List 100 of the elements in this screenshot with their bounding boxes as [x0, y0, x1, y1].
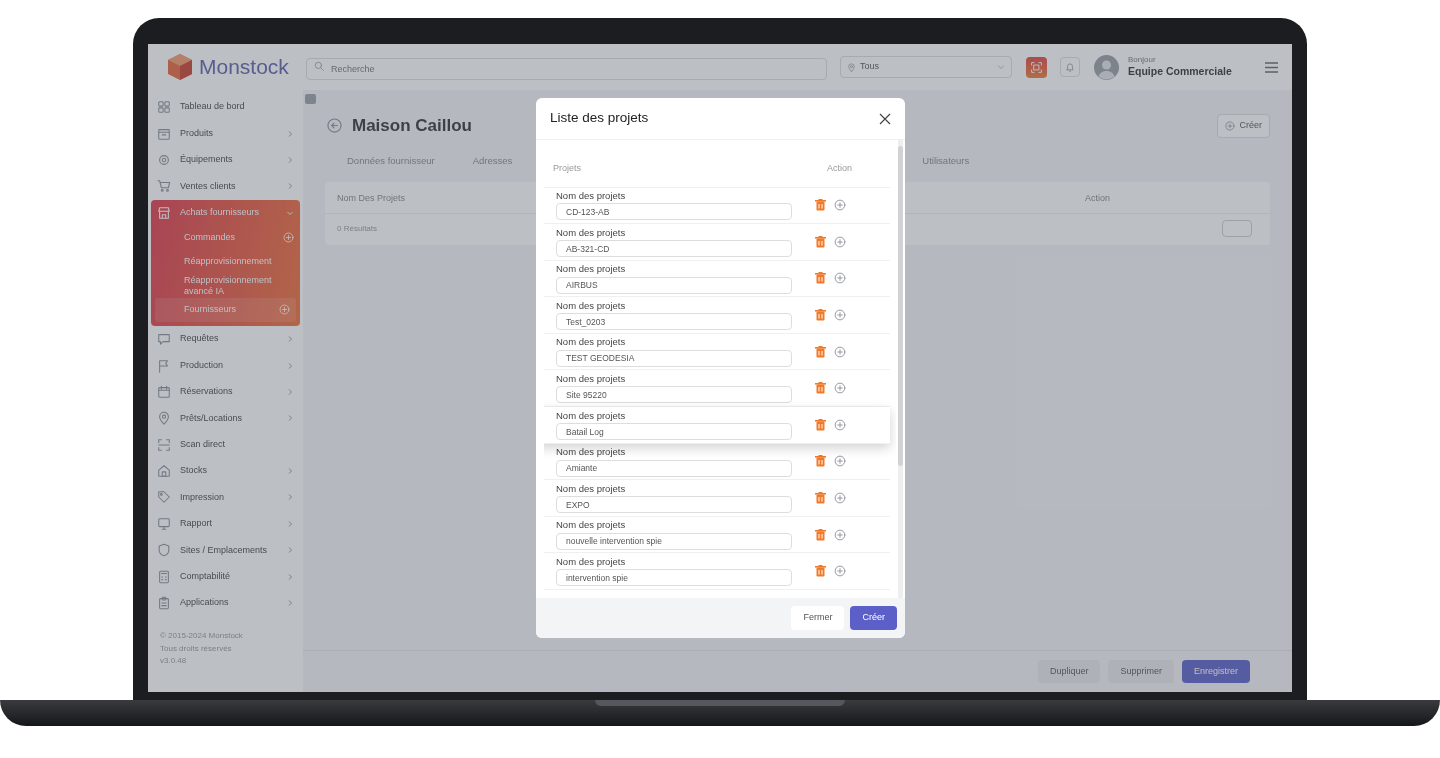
- input-field[interactable]: AB-321-CD: [556, 240, 792, 258]
- chevron-right-icon: [286, 414, 294, 423]
- sidebar-item[interactable]: Ventes clients: [151, 173, 300, 200]
- plus-circle-icon[interactable]: [834, 272, 846, 285]
- input-field[interactable]: CD-123-AB: [556, 203, 792, 221]
- collapse-icon[interactable]: [305, 94, 316, 104]
- input-field[interactable]: AIRBUS: [556, 276, 792, 294]
- chevron-right-icon: [286, 387, 294, 396]
- trash-icon[interactable]: [815, 199, 826, 212]
- submenu-item[interactable]: Réapprovisionnement: [151, 249, 300, 274]
- trash-icon[interactable]: [815, 528, 826, 541]
- cube-logo-icon: [165, 52, 195, 82]
- scan-icon: [1030, 60, 1043, 74]
- trash-icon[interactable]: [815, 418, 826, 431]
- sidebar-item[interactable]: Achats fournisseurs: [151, 199, 300, 226]
- user-name: Equipe Commerciale: [1128, 65, 1232, 78]
- close-button[interactable]: [879, 112, 891, 125]
- chevron-right-icon: [286, 493, 294, 502]
- submenu-item[interactable]: Réapprovisionnement avancé IA: [151, 273, 300, 298]
- create-button[interactable]: Créer: [1217, 114, 1270, 138]
- sidebar-item[interactable]: Comptabilité: [151, 563, 300, 590]
- input-field[interactable]: Amiante: [556, 459, 792, 477]
- action-button[interactable]: Supprimer: [1108, 659, 1174, 684]
- chevron-right-icon: [286, 467, 294, 476]
- plus-circle-icon[interactable]: [834, 345, 846, 358]
- scan-button[interactable]: [1026, 56, 1047, 78]
- sidebar-item[interactable]: Sites / Emplacements: [151, 537, 300, 564]
- plus-circle-icon: [1225, 120, 1236, 131]
- sidebar-item[interactable]: Scan direct: [151, 431, 300, 458]
- column-header: Action: [827, 162, 852, 175]
- chevron-right-icon: [286, 546, 294, 555]
- plus-circle-icon[interactable]: [834, 309, 846, 322]
- plus-circle-icon[interactable]: [834, 199, 846, 212]
- trash-icon[interactable]: [815, 345, 826, 358]
- trash-icon[interactable]: [815, 272, 826, 285]
- trash-icon[interactable]: [815, 235, 826, 248]
- scan-icon: [157, 437, 171, 452]
- sidebar-item[interactable]: Produits: [151, 120, 300, 147]
- trash-icon[interactable]: [815, 382, 826, 395]
- sidebar-item[interactable]: Tableau de bord: [151, 94, 300, 121]
- field-label: Nom des projets: [556, 482, 627, 495]
- plus-circle-icon[interactable]: [834, 418, 846, 431]
- input-field[interactable]: TEST GEODESIA: [556, 349, 792, 367]
- site-select[interactable]: Tous: [840, 56, 1012, 78]
- input-field[interactable]: intervention spie: [556, 569, 792, 587]
- notification-button[interactable]: [1060, 57, 1080, 77]
- input-field[interactable]: nouvelle intervention spie: [556, 532, 792, 550]
- chevron-right-icon: [286, 572, 294, 581]
- sidebar-item[interactable]: Réservations: [151, 378, 300, 406]
- sidebar-item[interactable]: Production: [151, 352, 300, 379]
- action-button[interactable]: Enregistrer: [1182, 659, 1250, 684]
- action-button[interactable]: Dupliquer: [1037, 659, 1101, 684]
- submenu-item[interactable]: Commandes: [151, 225, 300, 250]
- sidebar-item[interactable]: Prêts/Locations: [151, 405, 300, 432]
- clipboard-icon: [157, 596, 171, 611]
- sidebar-item[interactable]: Stocks: [151, 457, 300, 485]
- input-field[interactable]: Batail Log: [556, 423, 792, 441]
- sidebar-item[interactable]: Applications: [151, 589, 300, 617]
- shield-icon: [157, 543, 171, 558]
- dialog-button[interactable]: Fermer: [791, 606, 845, 630]
- chevron-right-icon: [286, 129, 294, 138]
- field-label: Nom des projets: [556, 263, 627, 275]
- field-label: Nom des projets: [556, 190, 627, 202]
- sidebar-item[interactable]: Équipements: [151, 146, 300, 174]
- trash-icon[interactable]: [815, 492, 826, 505]
- input-field[interactable]: EXPO: [556, 496, 792, 514]
- plus-circle-icon[interactable]: [834, 235, 846, 248]
- dialog-title: Liste des projets: [550, 110, 649, 127]
- chevron-right-icon: [286, 155, 294, 164]
- chevron-right-icon: [286, 599, 294, 608]
- sidebar-item[interactable]: Rapport: [151, 510, 300, 538]
- field-label: Nom des projets: [556, 556, 627, 568]
- house-icon: [157, 464, 171, 479]
- calculator-icon: [157, 569, 171, 584]
- avatar-icon: [1094, 54, 1119, 80]
- input-field[interactable]: Site 95220: [556, 386, 792, 404]
- plus-circle-icon[interactable]: [834, 455, 846, 468]
- search-field[interactable]: Recherche: [306, 57, 827, 80]
- cart-icon: [157, 179, 171, 194]
- chevron-right-icon: [286, 519, 294, 528]
- tag-icon: [157, 490, 171, 505]
- dialog-button[interactable]: Créer: [850, 606, 897, 630]
- trash-icon[interactable]: [815, 309, 826, 322]
- field-label: Nom des projets: [556, 336, 627, 348]
- location-pin-icon: [847, 62, 856, 72]
- plus-circle-icon[interactable]: [834, 382, 846, 395]
- page-title: Maison Caillou: [352, 115, 472, 136]
- plus-circle-icon[interactable]: [834, 565, 846, 578]
- sidebar-item[interactable]: Impression: [151, 484, 300, 511]
- action-button[interactable]: [1222, 220, 1252, 238]
- plus-circle-icon[interactable]: [834, 492, 846, 505]
- plus-circle-icon[interactable]: [834, 528, 846, 541]
- trash-icon[interactable]: [815, 565, 826, 578]
- field-label: Nom des projets: [556, 373, 627, 385]
- input-field[interactable]: Test_0203: [556, 313, 792, 331]
- field-label: Nom des projets: [556, 409, 627, 422]
- logo-text: Monstock: [199, 54, 289, 81]
- trash-icon[interactable]: [815, 455, 826, 468]
- column-header: Action: [1085, 191, 1110, 205]
- sidebar-item[interactable]: Requêtes: [151, 325, 300, 353]
